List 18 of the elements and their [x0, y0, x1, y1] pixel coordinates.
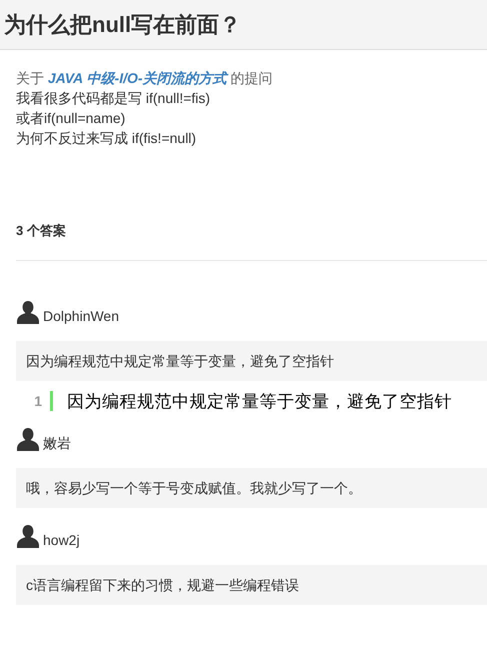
- answer-count: 3 个答案: [16, 222, 67, 240]
- user-icon: [16, 427, 40, 451]
- answer-text: 哦，容易少写一个等于号变成赋值。我就少写了一个。: [16, 468, 487, 508]
- user-icon: [16, 524, 40, 548]
- question-text: 我看很多代码都是写 if(null!=fis): [16, 89, 212, 108]
- question-text: 为何不反过来写成 if(fis!=null): [16, 129, 198, 148]
- code-line: 因为编程规范中规定常量等于变量，避免了空指针: [67, 390, 452, 412]
- line-number: 1: [33, 393, 42, 409]
- answer-text: c语言编程留下来的习惯，规避一些编程错误: [16, 565, 487, 605]
- user-name[interactable]: 嫩岩: [43, 435, 71, 451]
- user-icon: [16, 300, 40, 324]
- question-text: 或者if(null=name): [16, 109, 126, 128]
- page-title: 为什么把null写在前面？: [4, 10, 242, 38]
- course-link[interactable]: JAVA 中级-I/O-关闭流的方式: [48, 70, 227, 86]
- user-name[interactable]: how2j: [43, 532, 80, 548]
- course-reference: 关于 JAVA 中级-I/O-关闭流的方式 的提问: [16, 69, 274, 88]
- answer-text: 因为编程规范中规定常量等于变量，避免了空指针: [16, 341, 487, 381]
- user-name[interactable]: DolphinWen: [43, 308, 120, 324]
